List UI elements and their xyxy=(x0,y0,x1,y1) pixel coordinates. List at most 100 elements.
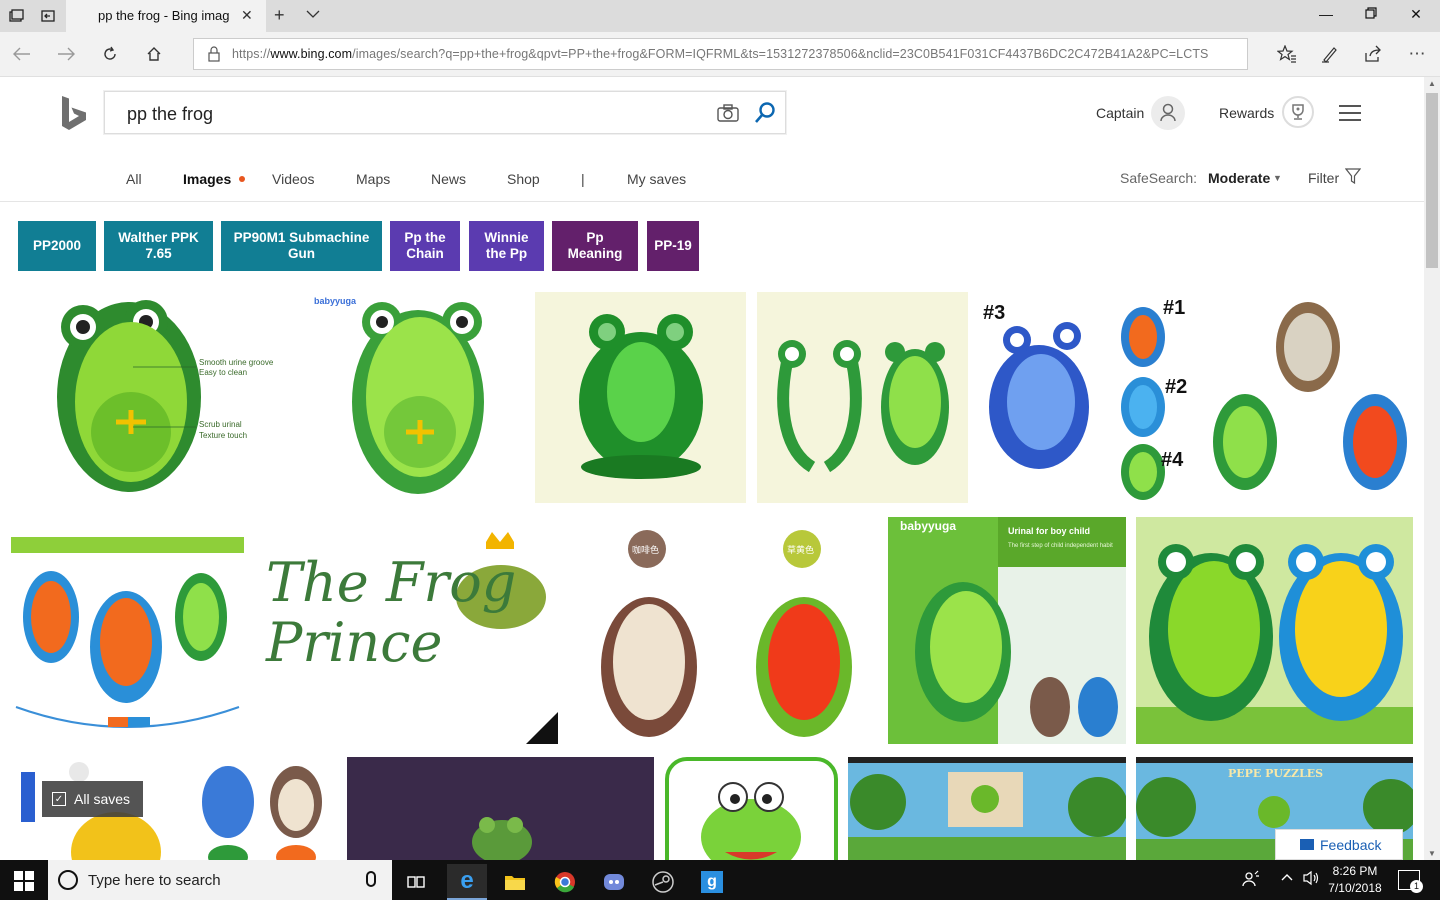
related-chip-pp2000[interactable]: PP2000 xyxy=(18,221,96,271)
cartoon-frog-image xyxy=(665,757,838,860)
forward-arrow-icon[interactable] xyxy=(55,43,77,65)
image-result[interactable] xyxy=(757,292,968,503)
scope-all[interactable]: All xyxy=(126,171,142,187)
image-result[interactable]: 咖啡色 草黄色 xyxy=(569,517,877,744)
volume-icon[interactable] xyxy=(1302,870,1320,889)
scroll-down-icon[interactable]: ▼ xyxy=(1424,849,1440,858)
tab-active[interactable]: pp the frog - Bing imag ✕ xyxy=(66,0,266,32)
related-chip-pp90m1[interactable]: PP90M1 Submachine Gun xyxy=(221,221,382,271)
close-window-icon[interactable]: ✕ xyxy=(1406,6,1426,23)
bing-logo-icon[interactable] xyxy=(60,94,90,134)
trophy-icon xyxy=(1292,104,1304,120)
image-result[interactable] xyxy=(665,757,838,860)
image-result[interactable]: The Frog Prince xyxy=(256,517,558,744)
account-name[interactable]: Captain xyxy=(1096,105,1144,121)
scroll-thumb[interactable] xyxy=(1426,93,1438,268)
image-result[interactable] xyxy=(347,757,654,860)
image-result[interactable] xyxy=(11,517,244,738)
taskbar-search-box[interactable]: Type here to search xyxy=(48,860,392,900)
show-hidden-icons-chevron-icon[interactable] xyxy=(1280,870,1294,887)
scope-shop[interactable]: Shop xyxy=(507,171,540,187)
lock-icon[interactable] xyxy=(208,46,220,62)
pen-notes-icon[interactable] xyxy=(1319,43,1341,65)
rewards-label[interactable]: Rewards xyxy=(1219,105,1274,121)
related-chip-winnie[interactable]: Winnie the Pp xyxy=(469,221,544,271)
scope-images[interactable]: Images xyxy=(183,171,231,187)
related-chip-pp-chain[interactable]: Pp the Chain xyxy=(390,221,460,271)
image-result[interactable] xyxy=(848,757,1126,860)
checkbox-icon: ✓ xyxy=(52,792,66,806)
frog-potty-image xyxy=(57,300,201,492)
all-saves-button[interactable]: ✓ All saves xyxy=(42,781,143,817)
tab-preview-chevron-icon[interactable] xyxy=(306,8,320,22)
all-saves-label: All saves xyxy=(74,791,131,807)
search-input[interactable]: pp the frog xyxy=(127,104,213,125)
search-icon[interactable] xyxy=(753,101,777,125)
feedback-button[interactable]: Feedback xyxy=(1275,829,1403,860)
image-result[interactable] xyxy=(1136,517,1413,744)
address-field[interactable]: https://www.bing.com/images/search?q=pp+… xyxy=(193,38,1248,70)
search-box[interactable]: pp the frog xyxy=(104,91,786,134)
image-result[interactable] xyxy=(1203,292,1413,503)
home-icon[interactable] xyxy=(143,43,165,65)
action-center-icon[interactable]: 1 xyxy=(1398,870,1423,893)
microphone-icon[interactable] xyxy=(366,871,376,887)
filter-button[interactable]: Filter xyxy=(1308,170,1339,186)
page-scrollbar[interactable]: ▲ ▼ xyxy=(1424,77,1440,860)
related-chip-pp-meaning[interactable]: Pp Meaning xyxy=(552,221,638,271)
image-result[interactable]: babyyuga xyxy=(310,292,524,503)
image-result[interactable] xyxy=(535,292,746,503)
camera-visual-search-icon[interactable] xyxy=(717,104,739,122)
new-tab-icon[interactable]: + xyxy=(274,5,285,26)
favorites-star-icon[interactable] xyxy=(1276,43,1298,65)
number-label: #3 xyxy=(983,302,1006,324)
taskbar-search-placeholder: Type here to search xyxy=(88,872,221,889)
scope-videos[interactable]: Videos xyxy=(272,171,315,187)
set-tabs-aside-icon[interactable] xyxy=(38,6,58,26)
hamburger-menu-icon[interactable] xyxy=(1339,104,1361,122)
scope-news[interactable]: News xyxy=(431,171,466,187)
image-result[interactable]: babyyuga Urinal for boy child The first … xyxy=(888,517,1126,744)
dropdown-caret-icon[interactable]: ▼ xyxy=(1273,173,1282,183)
frog-prince-title: The Frog Prince xyxy=(266,551,517,674)
address-toolbar: https://www.bing.com/images/search?q=pp+… xyxy=(0,32,1440,77)
caption-line: Texture touch xyxy=(199,431,248,440)
scope-divider: | xyxy=(581,171,585,187)
brand-label: babyyuga xyxy=(900,519,957,533)
chrome-icon[interactable] xyxy=(545,864,585,900)
back-arrow-icon[interactable] xyxy=(11,43,33,65)
scope-maps[interactable]: Maps xyxy=(356,171,390,187)
safesearch-dropdown[interactable]: Moderate xyxy=(1208,170,1270,186)
image-result[interactable]: #3 #1 #2 #4 xyxy=(979,292,1192,503)
file-explorer-icon[interactable] xyxy=(495,864,535,900)
grammarly-icon[interactable]: g xyxy=(692,864,732,900)
related-chip-pp-19[interactable]: PP-19 xyxy=(647,221,699,271)
more-menu-icon[interactable]: ⋯ xyxy=(1406,43,1428,65)
number-label: #4 xyxy=(1161,449,1184,471)
frog-potty-image xyxy=(1213,302,1407,490)
scope-my-saves[interactable]: My saves xyxy=(627,171,686,187)
related-chip-walther[interactable]: Walther PPK 7.65 xyxy=(104,221,213,271)
tab-close-icon[interactable]: ✕ xyxy=(241,7,253,24)
image-result[interactable] xyxy=(192,757,336,860)
rewards-badge[interactable] xyxy=(1282,96,1314,128)
task-view-icon[interactable] xyxy=(396,864,436,900)
frog-potty-image xyxy=(777,340,949,473)
restore-icon[interactable] xyxy=(1361,6,1381,22)
avatar[interactable] xyxy=(1151,96,1185,130)
scroll-up-icon[interactable]: ▲ xyxy=(1424,79,1440,88)
steam-icon[interactable] xyxy=(643,864,683,900)
chat-bubble-icon xyxy=(1300,839,1314,850)
people-icon[interactable] xyxy=(1242,870,1260,891)
clock-time: 8:26 PM xyxy=(1332,864,1378,878)
filter-funnel-icon[interactable] xyxy=(1345,168,1361,184)
tab-manager-icon[interactable] xyxy=(6,6,26,26)
share-icon[interactable] xyxy=(1362,43,1384,65)
image-result[interactable]: Smooth urine groove Easy to clean Scrub … xyxy=(11,292,300,503)
windows-start-icon[interactable] xyxy=(14,871,34,891)
edge-browser-icon[interactable]: e xyxy=(447,864,487,900)
refresh-icon[interactable] xyxy=(99,43,121,65)
discord-icon[interactable] xyxy=(594,864,634,900)
minimize-icon[interactable]: — xyxy=(1316,6,1336,22)
taskbar-clock[interactable]: 8:26 PM 7/10/2018 xyxy=(1323,863,1387,897)
